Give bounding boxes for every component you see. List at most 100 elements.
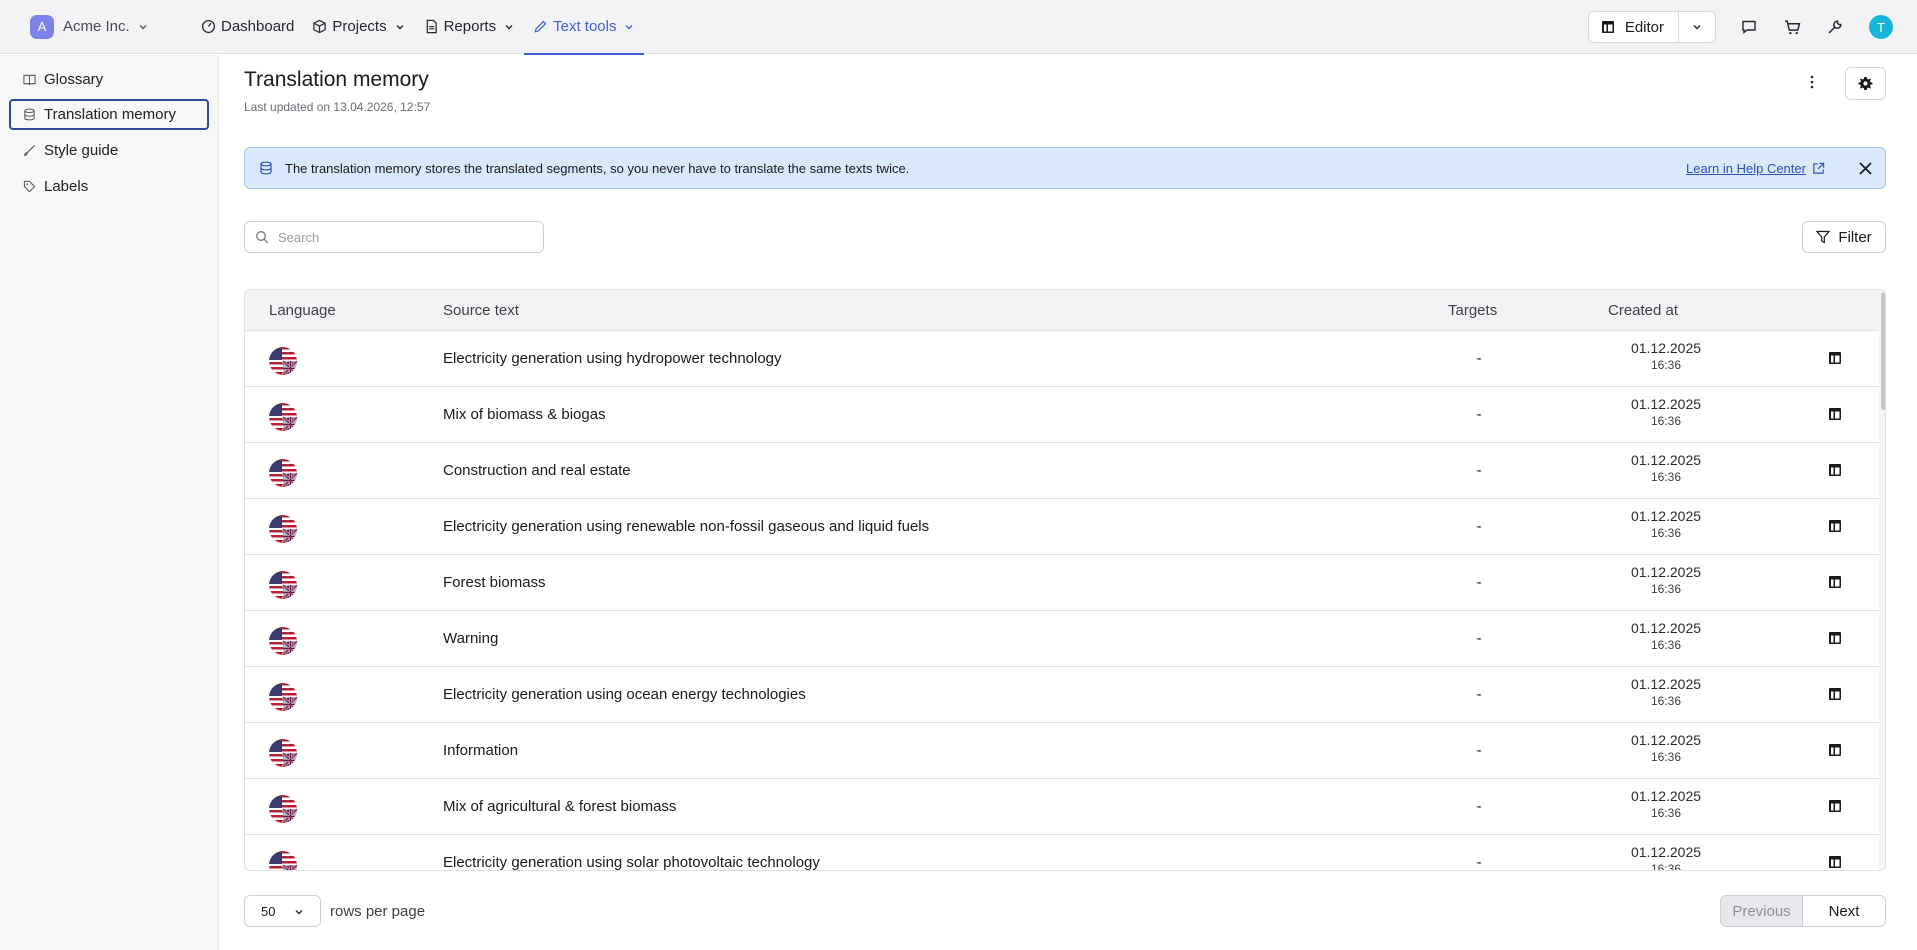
user-avatar[interactable]: T [1869, 15, 1893, 39]
comments-button[interactable] [1739, 17, 1759, 37]
created-time: 16:36 [1650, 470, 1682, 484]
layout-icon [1828, 519, 1842, 536]
table-row[interactable]: Information - 01.12.2025 16:36 [245, 723, 1879, 779]
source-text-cell: Electricity generation using ocean energ… [443, 686, 806, 703]
created-time: 16:36 [1650, 806, 1682, 820]
open-in-editor-button[interactable] [1825, 741, 1845, 761]
created-time: 16:36 [1650, 582, 1682, 596]
more-options-button[interactable] [1801, 71, 1823, 93]
open-in-editor-button[interactable] [1825, 629, 1845, 649]
layout-icon [1828, 407, 1842, 424]
table-row[interactable]: Electricity generation using hydropower … [245, 331, 1879, 387]
created-time: 16:36 [1650, 638, 1682, 652]
created-at-cell: 01.12.2025 16:36 [1596, 620, 1736, 654]
source-text-cell: Electricity generation using solar photo… [443, 854, 820, 871]
open-in-editor-button[interactable] [1825, 405, 1845, 425]
nav-dashboard[interactable]: Dashboard [192, 0, 303, 54]
help-center-link[interactable]: Learn in Help Center [1686, 161, 1825, 176]
source-text-cell: Mix of biomass & biogas [443, 406, 606, 423]
open-in-editor-button[interactable] [1825, 517, 1845, 537]
created-at-cell: 01.12.2025 16:36 [1596, 452, 1736, 486]
tools-button[interactable] [1825, 17, 1845, 37]
chevron-down-icon [505, 24, 513, 29]
previous-page-button[interactable]: Previous [1721, 896, 1803, 926]
created-time: 16:36 [1650, 526, 1682, 540]
wrench-icon [1828, 20, 1842, 34]
chevron-down-icon [139, 24, 147, 29]
open-in-editor-button[interactable] [1825, 461, 1845, 481]
table-row[interactable]: Forest biomass - 01.12.2025 16:36 [245, 555, 1879, 611]
open-in-editor-button[interactable] [1825, 349, 1845, 369]
tag-icon [23, 180, 36, 193]
created-date: 01.12.2025 [1630, 508, 1702, 524]
scrollbar-thumb[interactable] [1881, 292, 1885, 410]
source-text-cell: Electricity generation using renewable n… [443, 518, 930, 535]
source-text-cell: Construction and real estate [443, 462, 631, 479]
source-text-cell: Forest biomass [443, 574, 546, 591]
settings-button[interactable] [1845, 67, 1886, 100]
chevron-down-icon [396, 24, 404, 29]
targets-cell: - [1476, 854, 1482, 871]
created-time: 16:36 [1650, 694, 1682, 708]
layout-icon [1601, 21, 1614, 33]
created-date: 01.12.2025 [1630, 340, 1702, 356]
source-text-cell: Mix of agricultural & forest biomass [443, 798, 677, 815]
open-in-editor-button[interactable] [1825, 573, 1845, 593]
created-at-cell: 01.12.2025 16:36 [1596, 844, 1736, 870]
chevron-down-icon [295, 910, 303, 915]
targets-cell: - [1476, 574, 1482, 591]
created-at-cell: 01.12.2025 16:36 [1596, 340, 1736, 374]
editor-button[interactable]: Editor [1589, 12, 1679, 42]
nav-reports[interactable]: Reports [415, 0, 525, 54]
table-row[interactable]: Mix of biomass & biogas - 01.12.2025 16:… [245, 387, 1879, 443]
nav-projects[interactable]: Projects [303, 0, 414, 54]
table-row[interactable]: Warning - 01.12.2025 16:36 [245, 611, 1879, 667]
page-title: Translation memory [244, 68, 429, 91]
flag-english-icon [269, 739, 297, 767]
translation-memory-table: Language Source text Targets Created at … [244, 289, 1886, 871]
targets-cell: - [1476, 518, 1482, 535]
table-row[interactable]: Construction and real estate - 01.12.202… [245, 443, 1879, 499]
table-row[interactable]: Electricity generation using renewable n… [245, 499, 1879, 555]
table-row[interactable]: Mix of agricultural & forest biomass - 0… [245, 779, 1879, 835]
last-updated-text: Last updated on 13.04.2026, 12:57 [244, 100, 431, 114]
info-banner: The translation memory stores the transl… [244, 147, 1886, 189]
created-at-cell: 01.12.2025 16:36 [1596, 396, 1736, 430]
targets-cell: - [1476, 742, 1482, 759]
table-header: Language Source text Targets Created at [245, 290, 1879, 331]
sidebar-item-glossary[interactable]: Glossary [9, 64, 209, 95]
filter-button[interactable]: Filter [1802, 221, 1886, 253]
created-date: 01.12.2025 [1630, 564, 1702, 580]
nav-label: Reports [443, 18, 497, 35]
next-page-button[interactable]: Next [1803, 896, 1885, 926]
sidebar-item-style-guide[interactable]: Style guide [9, 135, 209, 166]
open-in-editor-button[interactable] [1825, 685, 1845, 705]
editor-dropdown-button[interactable] [1679, 12, 1715, 42]
organization-name: Acme Inc. [63, 18, 130, 35]
nav-text-tools[interactable]: Text tools [524, 0, 645, 55]
table-row[interactable]: Electricity generation using ocean energ… [245, 667, 1879, 723]
flag-english-icon [269, 515, 297, 543]
flag-english-icon [269, 347, 297, 375]
sidebar-item-labels[interactable]: Labels [9, 171, 209, 202]
gear-icon [1858, 76, 1873, 91]
organization-switcher[interactable]: A Acme Inc. [30, 14, 180, 39]
layout-icon [1828, 631, 1842, 648]
targets-cell: - [1476, 350, 1482, 367]
main-nav: Dashboard Projects Reports Text tools [192, 0, 645, 55]
top-navigation-bar: A Acme Inc. Dashboard Projects Reports T… [0, 0, 1917, 55]
sidebar-item-translation-memory[interactable]: Translation memory [9, 99, 209, 130]
open-in-editor-button[interactable] [1825, 797, 1845, 817]
cart-button[interactable] [1782, 17, 1802, 37]
close-banner-button[interactable] [1856, 159, 1874, 177]
sidebar-item-label: Translation memory [44, 106, 176, 123]
editor-split-button: Editor [1587, 11, 1716, 43]
created-at-cell: 01.12.2025 16:36 [1596, 564, 1736, 598]
open-in-editor-button[interactable] [1825, 853, 1845, 870]
layout-icon [1828, 799, 1842, 816]
search-input[interactable] [278, 229, 528, 245]
table-row[interactable]: Electricity generation using solar photo… [245, 835, 1879, 871]
targets-cell: - [1476, 798, 1482, 815]
rows-per-page-select[interactable]: 50 [244, 895, 321, 927]
banner-text: The translation memory stores the transl… [285, 160, 910, 176]
